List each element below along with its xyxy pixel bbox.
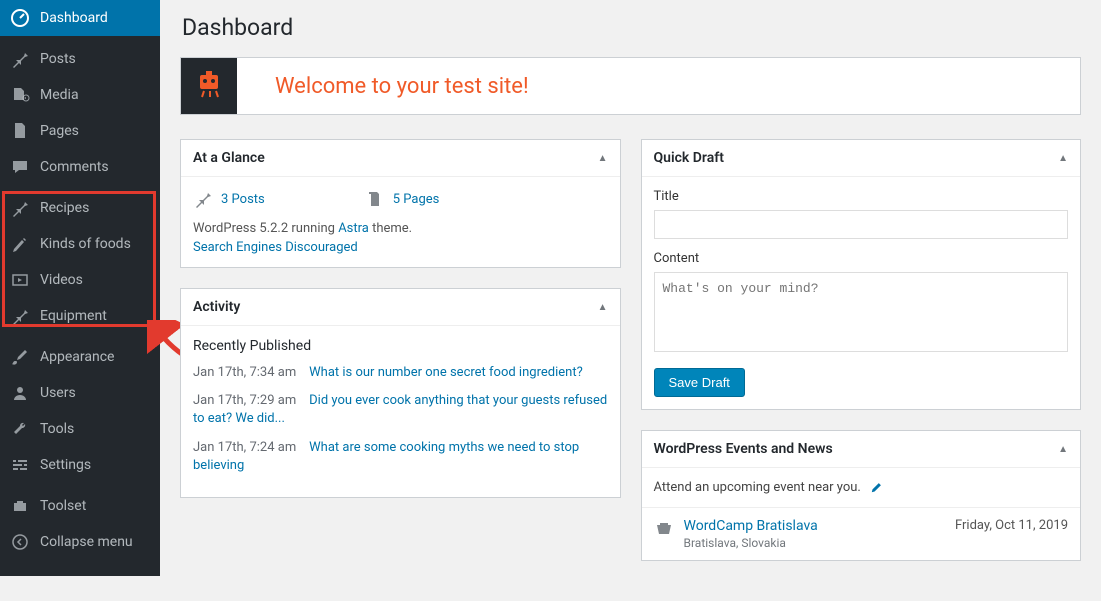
glance-pages[interactable]: 5 Pages	[365, 189, 440, 209]
event-title-link[interactable]: WordCamp Bratislava	[684, 518, 818, 534]
pin-icon	[193, 189, 213, 209]
sidebar-item-media[interactable]: Media	[0, 77, 160, 113]
comment-icon	[10, 157, 30, 177]
pin-icon	[10, 306, 30, 326]
sidebar-item-collapse[interactable]: Collapse menu	[0, 524, 160, 560]
sidebar-item-appearance[interactable]: Appearance	[0, 339, 160, 375]
sidebar-item-label: Toolset	[40, 498, 86, 514]
sidebar-item-settings[interactable]: Settings	[0, 447, 160, 483]
quick-draft-box: Quick Draft ▲ Title Content Save Draft	[641, 139, 1082, 410]
wrench-icon	[10, 419, 30, 439]
sidebar-item-label: Kinds of foods	[40, 236, 131, 252]
sidebar-item-label: Users	[40, 385, 76, 401]
welcome-text: Welcome to your test site!	[275, 74, 529, 99]
pin-icon	[10, 198, 30, 218]
glance-posts-link[interactable]: 3 Posts	[221, 192, 265, 207]
quick-draft-title-input[interactable]	[654, 210, 1069, 239]
page-title: Dashboard	[182, 14, 1081, 41]
welcome-icon	[181, 58, 237, 114]
main: Dashboard Welcome to your test site! At …	[160, 0, 1101, 601]
collapse-toggle-icon[interactable]: ▲	[598, 302, 608, 313]
at-a-glance-box: At a Glance ▲ 3 Posts 5 Pages	[180, 139, 621, 268]
sliders-icon	[10, 455, 30, 475]
activity-box: Activity ▲ Recently Published Jan 17th, …	[180, 288, 621, 498]
activity-item: Jan 17th, 7:34 am What is our number one…	[193, 364, 608, 382]
carrot-icon	[10, 234, 30, 254]
edit-location-icon[interactable]	[869, 481, 883, 495]
events-title: WordPress Events and News	[654, 441, 833, 457]
welcome-panel: Welcome to your test site!	[180, 57, 1081, 115]
events-news-box: WordPress Events and News ▲ Attend an up…	[641, 430, 1082, 561]
sidebar-item-users[interactable]: Users	[0, 375, 160, 411]
events-attend-text: Attend an upcoming event near you.	[654, 480, 861, 495]
activity-subtitle: Recently Published	[193, 338, 608, 354]
activity-timestamp: Jan 17th, 7:34 am	[193, 365, 296, 380]
sidebar-item-dashboard[interactable]: Dashboard	[0, 0, 160, 36]
collapse-icon	[10, 532, 30, 552]
activity-timestamp: Jan 17th, 7:24 am	[193, 440, 296, 455]
activity-link[interactable]: What is our number one secret food ingre…	[309, 365, 583, 380]
activity-item: Jan 17th, 7:29 am Did you ever cook anyt…	[193, 392, 608, 428]
user-icon	[10, 383, 30, 403]
sidebar-item-kinds-of-foods[interactable]: Kinds of foods	[0, 226, 160, 262]
sidebar-item-label: Posts	[40, 51, 76, 67]
sidebar: Dashboard Posts Media Pages Comments Rec…	[0, 0, 160, 576]
dashboard-icon	[10, 8, 30, 28]
sidebar-item-label: Tools	[40, 421, 74, 437]
sidebar-item-label: Dashboard	[40, 10, 108, 26]
video-icon	[10, 270, 30, 290]
glance-pages-link[interactable]: 5 Pages	[393, 192, 440, 207]
sidebar-item-videos[interactable]: Videos	[0, 262, 160, 298]
quick-draft-title: Quick Draft	[654, 150, 724, 166]
search-engines-link[interactable]: Search Engines Discouraged	[193, 240, 358, 255]
quick-draft-content-label: Content	[654, 251, 1069, 266]
activity-timestamp: Jan 17th, 7:29 am	[193, 393, 296, 408]
collapse-toggle-icon[interactable]: ▲	[1058, 153, 1068, 164]
pin-icon	[10, 49, 30, 69]
save-draft-button[interactable]: Save Draft	[654, 368, 745, 397]
pages-icon	[365, 189, 385, 209]
collapse-toggle-icon[interactable]: ▲	[598, 153, 608, 164]
sidebar-item-pages[interactable]: Pages	[0, 113, 160, 149]
sidebar-item-label: Collapse menu	[40, 534, 133, 550]
theme-link[interactable]: Astra	[338, 221, 369, 236]
quick-draft-content-input[interactable]	[654, 272, 1069, 352]
activity-item: Jan 17th, 7:24 am What are some cooking …	[193, 439, 608, 475]
brush-icon	[10, 347, 30, 367]
sidebar-item-posts[interactable]: Posts	[0, 41, 160, 77]
event-location: Bratislava, Slovakia	[684, 536, 946, 550]
sidebar-item-toolset[interactable]: Toolset	[0, 488, 160, 524]
sidebar-item-tools[interactable]: Tools	[0, 411, 160, 447]
sidebar-item-label: Equipment	[40, 308, 107, 324]
sidebar-item-label: Recipes	[40, 200, 89, 216]
wordcamp-icon	[654, 518, 674, 538]
activity-title: Activity	[193, 299, 240, 315]
event-item: WordCamp Bratislava Bratislava, Slovakia…	[642, 508, 1081, 560]
at-a-glance-title: At a Glance	[193, 150, 265, 166]
pages-icon	[10, 121, 30, 141]
toolset-icon	[10, 496, 30, 516]
events-attend-row: Attend an upcoming event near you.	[642, 468, 1081, 508]
sidebar-item-equipment[interactable]: Equipment	[0, 298, 160, 334]
sidebar-item-comments[interactable]: Comments	[0, 149, 160, 185]
collapse-toggle-icon[interactable]: ▲	[1058, 444, 1068, 455]
sidebar-item-recipes[interactable]: Recipes	[0, 190, 160, 226]
media-icon	[10, 85, 30, 105]
sidebar-item-label: Videos	[40, 272, 83, 288]
sidebar-item-label: Media	[40, 87, 79, 103]
quick-draft-title-label: Title	[654, 189, 1069, 204]
sidebar-item-label: Comments	[40, 159, 109, 175]
wp-version-text: WordPress 5.2.2 running Astra theme.	[193, 221, 608, 236]
glance-posts[interactable]: 3 Posts	[193, 189, 265, 209]
sidebar-item-label: Appearance	[40, 349, 114, 365]
sidebar-item-label: Settings	[40, 457, 91, 473]
sidebar-item-label: Pages	[40, 123, 79, 139]
event-date: Friday, Oct 11, 2019	[955, 518, 1068, 533]
